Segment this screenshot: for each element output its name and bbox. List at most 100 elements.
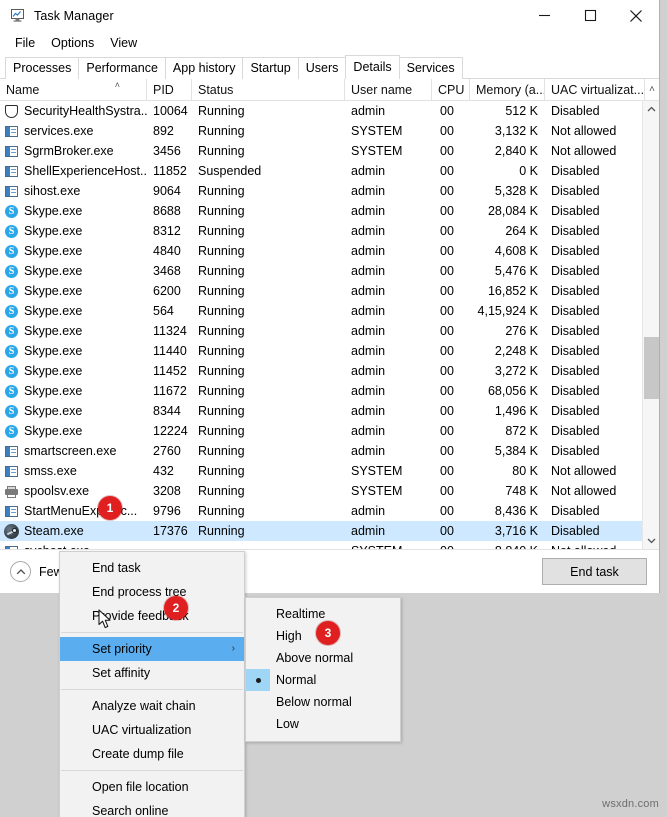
cell-pid: 10064 bbox=[153, 104, 188, 118]
cell-pid: 11452 bbox=[153, 364, 187, 378]
tab-users[interactable]: Users bbox=[297, 57, 347, 79]
table-row[interactable]: S Skype.exe 12224 Running admin 00 872 K Disabl… bbox=[0, 421, 659, 441]
table-row[interactable]: S Skype.exe 11672 Running admin 00 68,056 K Dis… bbox=[0, 381, 659, 401]
annotation-badge-3: 3 bbox=[316, 621, 340, 645]
cell-cpu: 00 bbox=[440, 464, 454, 478]
task-manager-icon bbox=[9, 7, 26, 24]
column-header-status[interactable]: Status bbox=[192, 78, 345, 101]
table-row[interactable]: S Skype.exe 11440 Running admin 00 2,248 K Disa… bbox=[0, 341, 659, 361]
end-task-button[interactable]: End task bbox=[542, 558, 647, 585]
tab-processes[interactable]: Processes bbox=[5, 57, 80, 79]
table-row[interactable]: smartscreen.exe 2760 Running admin 00 5,384 K… bbox=[0, 441, 659, 461]
table-row[interactable]: S Skype.exe 6200 Running admin 00 16,852 K Disa… bbox=[0, 281, 659, 301]
process-name-cell: S Skype.exe bbox=[0, 344, 147, 359]
tab-details[interactable]: Details bbox=[345, 55, 400, 79]
cell-user: admin bbox=[351, 504, 386, 518]
context-menu-item-set-priority[interactable]: Set priority › bbox=[60, 637, 244, 661]
context-menu-item-label: Set affinity bbox=[92, 666, 151, 680]
tab-services[interactable]: Services bbox=[398, 57, 463, 79]
column-header-memory-a[interactable]: Memory (a... bbox=[470, 78, 545, 101]
cell-pid: 2760 bbox=[153, 444, 181, 458]
column-header-label: Name bbox=[6, 82, 40, 97]
context-menu-item-search-online[interactable]: Search online bbox=[60, 799, 244, 817]
cell-uac: Disabled bbox=[551, 504, 600, 518]
table-row[interactable]: S Skype.exe 8312 Running admin 00 264 K Disable… bbox=[0, 221, 659, 241]
priority-item-above-normal[interactable]: Above normal bbox=[246, 647, 400, 669]
steam-icon bbox=[4, 523, 19, 539]
table-row[interactable]: SgrmBroker.exe 3456 Running SYSTEM 00 2,840 K… bbox=[0, 141, 659, 161]
title-bar: Task Manager bbox=[0, 0, 659, 31]
table-row[interactable]: sihost.exe 9064 Running admin 00 5,328 K Disab… bbox=[0, 181, 659, 201]
cell-status: Running bbox=[198, 444, 245, 458]
cell-status: Running bbox=[198, 304, 245, 318]
process-name-label: Skype.exe bbox=[24, 324, 83, 338]
table-row[interactable]: S Skype.exe 4840 Running admin 00 4,608 K Disab… bbox=[0, 241, 659, 261]
tab-performance[interactable]: Performance bbox=[78, 57, 166, 79]
maximize-button[interactable] bbox=[567, 0, 613, 31]
menu-file[interactable]: File bbox=[7, 34, 43, 52]
priority-item-below-normal[interactable]: Below normal bbox=[246, 691, 400, 713]
context-menu-item-uac-virtualization[interactable]: UAC virtualization bbox=[60, 718, 244, 742]
context-menu-item-open-file-location[interactable]: Open file location bbox=[60, 775, 244, 799]
column-header-uac-virtualizat[interactable]: UAC virtualizat... bbox=[545, 78, 645, 101]
scrollbar-thumb[interactable] bbox=[644, 337, 659, 399]
cell-cpu: 00 bbox=[440, 284, 454, 298]
context-menu-item-end-process-tree[interactable]: End process tree bbox=[60, 580, 244, 604]
priority-item-label: Below normal bbox=[276, 695, 352, 709]
cell-pid: 892 bbox=[153, 124, 174, 138]
process-name-label: Skype.exe bbox=[24, 204, 83, 218]
cell-user: admin bbox=[351, 384, 386, 398]
chevron-up-icon bbox=[10, 561, 31, 582]
scroll-down-arrow[interactable] bbox=[643, 532, 659, 549]
table-row[interactable]: ShellExperienceHost.... 11852 Suspended adm… bbox=[0, 161, 659, 181]
cell-user: admin bbox=[351, 284, 386, 298]
menu-options[interactable]: Options bbox=[43, 34, 102, 52]
table-row[interactable]: S Skype.exe 11452 Running admin 00 3,272 K Disa… bbox=[0, 361, 659, 381]
context-menu-item-analyze-wait-chain[interactable]: Analyze wait chain bbox=[60, 694, 244, 718]
process-name-cell: S Skype.exe bbox=[0, 364, 147, 379]
tab-startup[interactable]: Startup bbox=[242, 57, 299, 79]
cell-uac: Disabled bbox=[551, 224, 600, 238]
cell-user: SYSTEM bbox=[351, 144, 403, 158]
table-row[interactable]: smss.exe 432 Running SYSTEM 00 80 K Not allowe… bbox=[0, 461, 659, 481]
column-header-pid[interactable]: PID bbox=[147, 78, 192, 101]
cell-cpu: 00 bbox=[440, 444, 454, 458]
cell-cpu: 00 bbox=[440, 104, 454, 118]
table-row[interactable]: S Skype.exe 11324 Running admin 00 276 K Disabl… bbox=[0, 321, 659, 341]
minimize-button[interactable] bbox=[521, 0, 567, 31]
cell-pid: 564 bbox=[153, 304, 174, 318]
context-menu-item-end-task[interactable]: End task bbox=[60, 556, 244, 580]
table-row[interactable]: SecurityHealthSystra... 10064 Running admin… bbox=[0, 101, 659, 121]
vertical-scrollbar[interactable] bbox=[642, 101, 659, 549]
column-header-name[interactable]: Name ˄ bbox=[0, 78, 147, 101]
cell-user: admin bbox=[351, 304, 386, 318]
menu-view[interactable]: View bbox=[102, 34, 145, 52]
table-row[interactable]: S Skype.exe 3468 Running admin 00 5,476 K Disab… bbox=[0, 261, 659, 281]
cell-user: admin bbox=[351, 424, 386, 438]
cell-status: Running bbox=[198, 224, 245, 238]
cell-user: SYSTEM bbox=[351, 484, 403, 498]
table-row[interactable]: S Skype.exe 8344 Running admin 00 1,496 K Disab… bbox=[0, 401, 659, 421]
table-row[interactable]: S Skype.exe 8688 Running admin 00 28,084 K Disa… bbox=[0, 201, 659, 221]
tab-app-history[interactable]: App history bbox=[164, 57, 244, 79]
cell-pid: 3208 bbox=[153, 484, 181, 498]
scroll-up-arrow[interactable] bbox=[643, 101, 659, 118]
column-header-cpu[interactable]: CPU bbox=[432, 78, 470, 101]
annotation-badge-1: 1 bbox=[98, 496, 122, 520]
table-row[interactable]: svchost.exeSYSTEM008,840 KNot allowed bbox=[0, 541, 659, 549]
context-menu-item-create-dump-file[interactable]: Create dump file bbox=[60, 742, 244, 766]
process-name-cell: SecurityHealthSystra... bbox=[0, 104, 147, 119]
priority-item-low[interactable]: Low bbox=[246, 713, 400, 735]
table-row[interactable]: spoolsv.exe 3208 Running SYSTEM 00 748 K Not a… bbox=[0, 481, 659, 501]
cell-uac: Not allowed bbox=[551, 144, 617, 158]
table-row[interactable]: services.exe 892 Running SYSTEM 00 3,132 K Not… bbox=[0, 121, 659, 141]
cell-uac: Not allowed bbox=[551, 464, 617, 478]
table-row[interactable]: Steam.exe 17376 Running admin 00 3,716 K Disab… bbox=[0, 521, 659, 541]
context-menu-item-provide-feedback[interactable]: Provide feedback bbox=[60, 604, 244, 628]
table-row[interactable]: S Skype.exe 564 Running admin 00 4,15,924 K Dis… bbox=[0, 301, 659, 321]
close-button[interactable] bbox=[613, 0, 659, 31]
context-menu-item-set-affinity[interactable]: Set affinity bbox=[60, 661, 244, 685]
priority-item-normal[interactable]: Normal bbox=[246, 669, 400, 691]
tab-strip: Processes Performance App history Startup Us… bbox=[0, 55, 659, 79]
column-header-user-name[interactable]: User name bbox=[345, 78, 432, 101]
